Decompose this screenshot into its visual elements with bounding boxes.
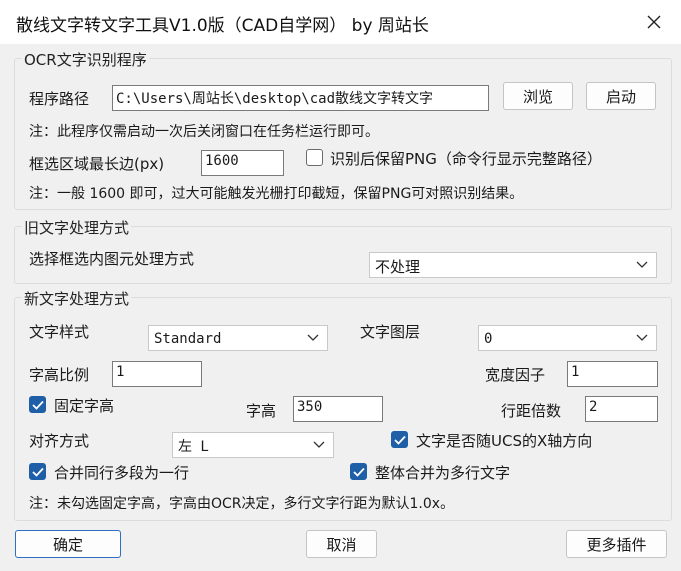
program-path-input[interactable]: C:\Users\周站长\desktop\cad散线文字转文字 [112,85,489,111]
window-title: 散线文字转文字工具V1.0版（CAD自学网） by 周站长 [16,16,429,36]
old-mode-value: 不处理 [375,258,421,276]
checkmark-icon [31,467,44,477]
new-text-group-title: 新文字处理方式 [22,288,132,309]
ocr-note-1: 注：此程序仅需启动一次后关闭窗口在任务栏运行即可。 [29,124,379,140]
merge-lines-label: 合并同行多段为一行 [54,464,190,482]
chevron-down-icon [636,261,648,268]
ok-button[interactable]: 确定 [15,530,121,558]
merge-mtext-checkbox[interactable] [350,463,367,480]
chevron-down-icon [313,441,325,448]
old-mode-label: 选择框选内图元处理方式 [29,250,195,268]
follow-ucs-checkbox[interactable] [391,431,408,448]
merge-lines-checkbox[interactable] [29,463,46,480]
program-path-label: 程序路径 [29,90,90,108]
old-mode-select[interactable]: 不处理 [369,252,657,278]
text-layer-value: 0 [484,331,493,347]
new-text-note: 注：未勾选固定字高，字高由OCR决定，多行文字行距为默认1.0x。 [29,496,455,512]
checkmark-icon [352,467,365,477]
text-style-label: 文字样式 [29,323,90,341]
merge-mtext-label: 整体合并为多行文字 [375,464,511,482]
close-button[interactable] [630,2,678,42]
old-text-group-title: 旧文字处理方式 [22,217,132,238]
line-spacing-label: 行距倍数 [501,402,562,420]
chevron-down-icon [636,334,648,341]
align-select[interactable]: 左 L [172,432,334,458]
width-factor-input[interactable]: 1 [567,361,658,387]
align-label: 对齐方式 [29,432,90,450]
ocr-note-2: 注：一般 1600 即可，过大可能触发光栅打印截短，保留PNG可对照识别结果。 [29,186,524,202]
line-spacing-input[interactable]: 2 [585,396,658,422]
fixed-height-label: 固定字高 [54,397,115,415]
height-ratio-input[interactable]: 1 [112,361,202,387]
align-value: 左 L [178,439,209,455]
checkmark-icon [31,400,44,410]
height-ratio-label: 字高比例 [29,366,90,384]
ocr-group-title: OCR文字识别程序 [22,49,149,70]
more-plugins-button[interactable]: 更多插件 [566,530,667,558]
height-label: 字高 [246,402,277,420]
height-input[interactable]: 350 [293,396,383,422]
browse-button[interactable]: 浏览 [503,82,573,110]
checkmark-icon [393,435,406,445]
title-bar: 散线文字转文字工具V1.0版（CAD自学网） by 周站长 [0,0,681,44]
text-style-select[interactable]: Standard [148,325,328,351]
max-edge-label: 框选区域最长边(px) [29,155,165,173]
fixed-height-checkbox[interactable] [29,396,46,413]
chevron-down-icon [307,334,319,341]
keep-png-label: 识别后保留PNG（命令行显示完整路径） [330,150,602,168]
text-layer-label: 文字图层 [360,323,421,341]
max-edge-input[interactable]: 1600 [201,150,284,176]
keep-png-checkbox[interactable] [306,149,323,166]
start-button[interactable]: 启动 [586,82,656,110]
follow-ucs-label: 文字是否随UCS的X轴方向 [416,432,593,450]
text-style-value: Standard [154,331,222,347]
text-layer-select[interactable]: 0 [478,325,657,351]
close-icon [647,15,661,29]
width-factor-label: 宽度因子 [485,366,546,384]
cancel-button[interactable]: 取消 [306,530,377,558]
